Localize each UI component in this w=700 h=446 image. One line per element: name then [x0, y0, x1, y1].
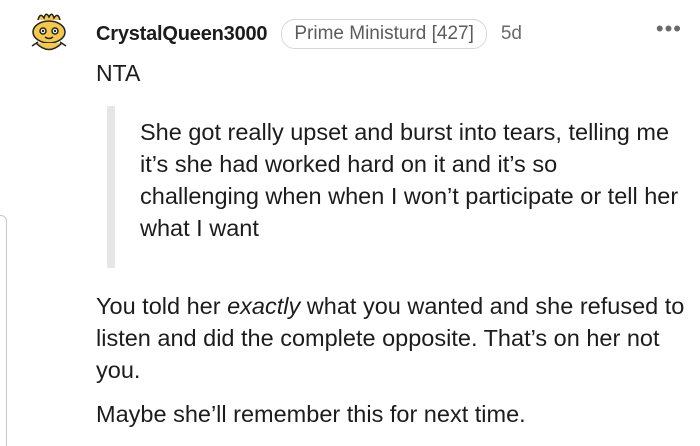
emphasis-text: exactly — [227, 293, 301, 319]
comment-header: CrystalQueen3000 Prime Ministurd [427] 5… — [96, 19, 522, 49]
user-flair-badge: Prime Ministurd [427] — [281, 19, 487, 49]
user-avatar-icon[interactable] — [24, 10, 74, 56]
blockquote-text: She got really upset and burst into tear… — [140, 119, 679, 241]
more-options-icon[interactable]: ••• — [656, 18, 682, 40]
quote-bar — [107, 106, 115, 268]
paragraph-text: You told her — [96, 293, 228, 319]
comment-verdict: NTA — [96, 60, 141, 86]
thread-collapse-line[interactable] — [0, 215, 7, 446]
author-username[interactable]: CrystalQueen3000 — [96, 23, 268, 46]
comment-timestamp[interactable]: 5d — [501, 23, 522, 45]
comment-paragraph: Maybe she’ll remember this for next time… — [96, 401, 526, 427]
comment-paragraph: You told her exactly what you wanted and… — [96, 290, 686, 386]
